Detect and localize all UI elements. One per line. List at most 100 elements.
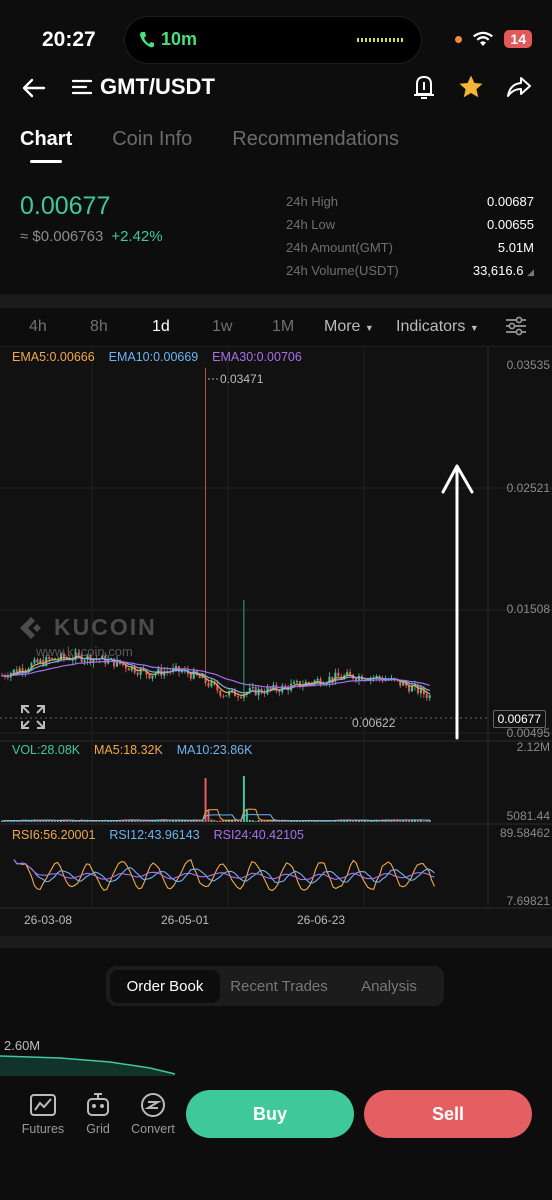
volume-bar xyxy=(360,820,363,822)
candle-body xyxy=(237,696,239,698)
wifi-icon xyxy=(473,31,494,46)
volume-bar xyxy=(83,820,86,822)
volume-bar xyxy=(169,820,172,822)
volume-legend: VOL:28.08K MA5:18.32K MA10:23.86K xyxy=(12,743,252,757)
candle-body xyxy=(36,659,39,663)
menu-icon xyxy=(72,79,92,95)
candle-body xyxy=(257,688,260,696)
price-alert-icon[interactable] xyxy=(412,74,436,100)
volume-bar xyxy=(142,820,145,822)
volume-bar xyxy=(139,820,142,822)
candle-body xyxy=(151,675,154,679)
stat-row: 24h High 0.00687 xyxy=(286,190,534,213)
candle-body xyxy=(411,686,414,692)
buy-button[interactable]: Buy xyxy=(186,1090,354,1138)
ema5-label: EMA5:0.00666 xyxy=(12,350,95,364)
indicators-label: Indicators xyxy=(396,318,466,335)
robot-icon xyxy=(87,1093,109,1116)
tab-coin-info[interactable]: Coin Info xyxy=(112,128,192,151)
share-icon[interactable] xyxy=(506,75,532,99)
price-change: +2.42% xyxy=(111,228,163,245)
candle-body xyxy=(33,659,36,664)
candle-body xyxy=(251,686,254,689)
stats-panel: 24h High 0.00687 24h Low 0.00655 24h Amoun… xyxy=(286,190,534,282)
chart-settings-icon[interactable] xyxy=(505,316,527,336)
volume-bar xyxy=(219,820,222,822)
stat-row: 24h Amount(GMT) 5.01M xyxy=(286,236,534,259)
chart-canvas[interactable] xyxy=(0,346,552,936)
candle-body xyxy=(402,682,405,686)
rsi6-label: RSI6:56.20001 xyxy=(12,828,96,842)
rsi-legend: RSI6:56.20001 RSI12:43.96143 RSI24:40.42… xyxy=(12,828,304,842)
kucoin-logo-icon xyxy=(20,616,41,639)
pair-selector[interactable]: GMT/USDT xyxy=(72,74,215,100)
tab-recent-trades[interactable]: Recent Trades xyxy=(224,978,334,995)
candle-body xyxy=(225,695,228,697)
interval-4h[interactable]: 4h xyxy=(29,318,47,336)
favorite-star-icon[interactable] xyxy=(458,74,484,100)
stat-label: 24h Volume(USDT) xyxy=(286,263,399,278)
candle-body xyxy=(349,672,352,675)
ema-line xyxy=(1,655,430,697)
back-arrow-icon[interactable] xyxy=(20,74,48,102)
interval-1w[interactable]: 1w xyxy=(212,318,232,336)
candle-body xyxy=(408,685,411,692)
volume-bar xyxy=(366,820,369,822)
volume-bar xyxy=(71,820,74,822)
ema30-label: EMA30:0.00706 xyxy=(212,350,302,364)
kline-chart[interactable]: EMA5:0.00666 EMA10:0.00669 EMA30:0.00706… xyxy=(0,346,552,936)
candle-body xyxy=(83,660,86,662)
sell-button[interactable]: Sell xyxy=(364,1090,532,1138)
interval-1d[interactable]: 1d xyxy=(152,318,170,336)
ema-layer xyxy=(1,655,430,697)
interval-1m[interactable]: 1M xyxy=(272,318,294,336)
vol-ma5-label: MA5:18.32K xyxy=(94,743,163,757)
candle-body xyxy=(148,674,151,679)
nav-grid[interactable]: Grid xyxy=(73,1092,123,1136)
indicators-dropdown[interactable]: Indicators ▼ xyxy=(396,318,479,336)
status-time: 20:27 xyxy=(42,28,96,51)
stat-label: 24h Low xyxy=(286,217,336,232)
candle-body xyxy=(189,673,192,679)
volume-bar xyxy=(57,820,60,822)
pair-title: GMT/USDT xyxy=(100,74,215,99)
tab-order-book[interactable]: Order Book xyxy=(110,969,220,1003)
y-axis-label: 0.03535 xyxy=(506,358,550,372)
candle-body xyxy=(12,669,15,673)
rsi-layer xyxy=(13,859,436,892)
candle-body xyxy=(175,666,178,668)
candle-body xyxy=(316,679,319,681)
phone-icon xyxy=(140,31,154,47)
volume-bar xyxy=(251,820,254,822)
dynamic-island[interactable]: 10m xyxy=(124,16,422,64)
y-axis-label: 0.02521 xyxy=(506,481,550,495)
volume-bar xyxy=(425,820,428,822)
volume-bar xyxy=(352,820,355,822)
candle-body xyxy=(222,695,225,697)
volume-bar xyxy=(107,820,110,822)
tab-recommendations[interactable]: Recommendations xyxy=(232,128,399,151)
interval-8h[interactable]: 8h xyxy=(90,318,108,336)
watermark-logo: KUCOIN xyxy=(18,614,157,641)
volume-bar xyxy=(245,810,248,822)
candle-body xyxy=(239,696,242,698)
tab-analysis[interactable]: Analysis xyxy=(334,978,444,995)
nav-futures[interactable]: Futures xyxy=(18,1092,68,1136)
volume-bar xyxy=(68,820,71,822)
volume-bar xyxy=(263,820,266,822)
ema10-label: EMA10:0.00669 xyxy=(108,350,199,364)
vol-ma10-label: MA10:23.86K xyxy=(176,743,253,757)
volume-bar xyxy=(86,820,89,822)
candle-body xyxy=(15,669,18,673)
volume-bar xyxy=(408,820,411,822)
nav-convert[interactable]: Convert xyxy=(128,1092,178,1136)
more-dropdown[interactable]: More ▼ xyxy=(324,318,374,336)
call-indicator: 10m xyxy=(139,29,197,50)
volume-bar xyxy=(254,820,257,822)
x-axis-label: 26-03-08 xyxy=(24,913,73,927)
bottom-action-bar: Futures Grid Convert Buy Sell xyxy=(0,1076,552,1200)
volume-bar xyxy=(257,819,260,822)
rsi24-label: RSI24:40.42105 xyxy=(213,828,304,842)
tab-chart[interactable]: Chart xyxy=(20,128,72,163)
fullscreen-icon[interactable] xyxy=(20,704,46,730)
